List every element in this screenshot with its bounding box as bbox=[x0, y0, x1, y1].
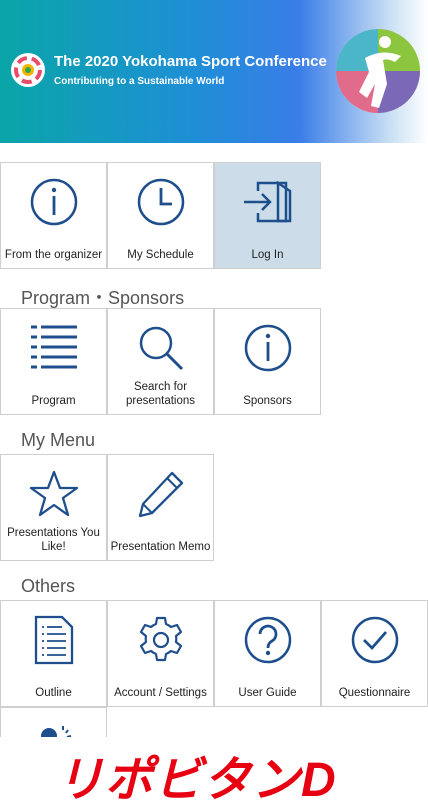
program-button[interactable]: Program bbox=[0, 308, 107, 415]
from-organizer-button[interactable]: From the organizer bbox=[0, 162, 107, 269]
log-in-label: Log In bbox=[251, 249, 284, 261]
presentation-memo-button[interactable]: Presentation Memo bbox=[107, 454, 214, 561]
document-icon bbox=[34, 615, 73, 665]
info-icon bbox=[244, 324, 291, 372]
questionnaire-label: Questionnaire bbox=[338, 687, 411, 699]
sponsors-label: Sponsors bbox=[243, 395, 292, 407]
section-title-my-menu: My Menu bbox=[21, 430, 96, 450]
gear-icon bbox=[139, 616, 182, 662]
sponsor-banner[interactable]: リポビタンD bbox=[0, 737, 428, 800]
app-header: The 2020 Yokohama Sport Conference Contr… bbox=[0, 0, 428, 143]
presentation-memo-label: Presentation Memo bbox=[110, 541, 211, 553]
conference-logo-icon bbox=[11, 53, 45, 87]
sponsor-banner-text: リポビタンD bbox=[56, 754, 337, 800]
log-in-icon bbox=[243, 180, 291, 223]
presentations-liked-label: Presentations You Like! bbox=[7, 527, 100, 553]
section-title-others: Others bbox=[21, 576, 76, 596]
list-icon bbox=[30, 325, 77, 369]
section-title-program-sponsors: Program・Sponsors bbox=[21, 288, 185, 308]
sponsors-button[interactable]: Sponsors bbox=[214, 308, 321, 415]
question-icon bbox=[244, 616, 291, 664]
header-title: The 2020 Yokohama Sport Conference bbox=[54, 53, 327, 70]
account-settings-button[interactable]: Account / Settings bbox=[107, 600, 214, 707]
header-subtitle: Contributing to a Sustainable World bbox=[54, 76, 225, 87]
search-presentations-label: Search for presentations bbox=[125, 381, 196, 407]
clock-icon bbox=[137, 178, 184, 226]
star-icon bbox=[29, 470, 78, 517]
outline-label: Outline bbox=[35, 687, 72, 699]
program-label: Program bbox=[31, 395, 76, 407]
outline-button[interactable]: Outline bbox=[0, 600, 107, 707]
info-icon bbox=[30, 178, 77, 226]
presentations-liked-button[interactable]: Presentations You Like! bbox=[0, 454, 107, 561]
questionnaire-button[interactable]: Questionnaire bbox=[321, 600, 428, 707]
search-icon bbox=[139, 326, 183, 371]
search-presentations-button[interactable]: Search for presentations bbox=[107, 308, 214, 415]
log-in-button[interactable]: Log In bbox=[214, 162, 321, 269]
from-organizer-label: From the organizer bbox=[4, 249, 103, 261]
my-schedule-label: My Schedule bbox=[127, 249, 194, 261]
my-schedule-button[interactable]: My Schedule bbox=[107, 162, 214, 269]
check-circle-icon bbox=[351, 616, 398, 664]
sport-figure-logo-icon bbox=[336, 29, 420, 113]
account-settings-label: Account / Settings bbox=[114, 687, 207, 699]
pencil-icon bbox=[138, 471, 183, 518]
user-guide-label: User Guide bbox=[238, 687, 297, 699]
user-guide-button[interactable]: User Guide bbox=[214, 600, 321, 707]
